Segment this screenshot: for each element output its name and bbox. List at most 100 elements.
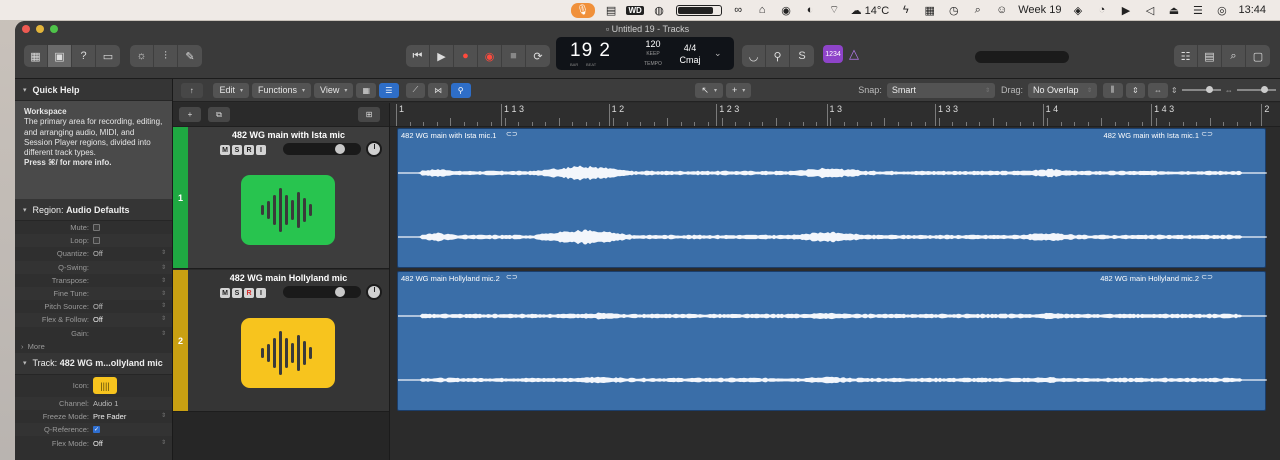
editors-icon[interactable]: ✎ (178, 45, 202, 67)
play-icon[interactable]: ▶ (1118, 4, 1133, 17)
region-inspector-header[interactable]: ▾ Region: Audio Defaults (15, 199, 172, 221)
volume-knob[interactable] (335, 144, 345, 154)
toolbar-icon[interactable]: ▭ (96, 45, 120, 67)
search-icon[interactable]: ⌕ (970, 4, 985, 17)
clock[interactable]: 13:44 (1238, 4, 1266, 16)
freeze-mode-select[interactable]: Pre Fader (93, 412, 126, 421)
catch-icon[interactable]: ⚲ (450, 82, 471, 98)
notepad-icon[interactable]: ▤ (1198, 45, 1222, 67)
focus-icon[interactable]: ◈ (1070, 4, 1085, 17)
smart-controls-icon[interactable]: ☼ (130, 45, 154, 67)
rewind-icon[interactable]: ⏮ (406, 45, 430, 67)
volume-slider[interactable] (283, 286, 361, 298)
record-enable-button[interactable]: R (244, 145, 254, 155)
list-editors-icon[interactable]: ☷ (1174, 45, 1198, 67)
automation-icon[interactable]: ⟋ (405, 82, 426, 98)
vertical-zoom-slider[interactable] (1181, 86, 1221, 93)
control-center-icon[interactable]: ☰ (1190, 4, 1205, 17)
play-button-icon[interactable]: ▶ (430, 45, 454, 67)
vertical-zoom-icon[interactable]: ⇕ (1125, 82, 1146, 98)
capture-record-icon[interactable]: ◉ (478, 45, 502, 67)
stop-icon[interactable]: ■ (502, 45, 526, 67)
track-header[interactable]: 2 482 WG main Hollyland mic M S R I (173, 270, 389, 412)
up-arrow-icon[interactable]: ↑ (181, 82, 203, 98)
microphone-icon[interactable]: 🎙 (570, 2, 595, 18)
pointer-tool-menu[interactable]: ↖ ▾ (695, 82, 723, 98)
track-inspector-header[interactable]: ▾ Track: 482 WG m...ollyland mic (15, 352, 172, 375)
track-name[interactable]: 482 WG main Hollyland mic (188, 273, 389, 283)
more-disclosure[interactable]: › More (15, 340, 172, 353)
view-menu[interactable]: View ▾ (314, 82, 354, 98)
library-icon[interactable]: ▦ (24, 45, 48, 67)
volume-icon[interactable]: ◁ (1142, 4, 1157, 17)
track-header[interactable]: 1 482 WG main with Ista mic M S R I (173, 127, 389, 269)
flex-mode-select[interactable]: Off (93, 439, 103, 448)
solo-button[interactable]: S (232, 145, 242, 155)
bell-icon[interactable]: ◔ (1094, 4, 1109, 17)
chevron-down-icon[interactable]: ⌄ (710, 48, 722, 59)
horizontal-zoom-icon[interactable]: ⇔ (1148, 82, 1168, 98)
functions-menu[interactable]: Functions ▾ (251, 82, 312, 98)
metronome-icon[interactable]: △ (849, 46, 865, 62)
luggage-icon[interactable]: ⌂ (755, 4, 770, 17)
horizontal-zoom-slider[interactable] (1236, 86, 1277, 93)
secondary-tool-menu[interactable]: + ▾ (725, 82, 752, 98)
user-icon[interactable]: ☺ (994, 4, 1009, 17)
contrast-icon[interactable]: ◐ (803, 4, 818, 17)
global-tracks-icon[interactable]: ⊞ (358, 107, 380, 122)
wifi-icon[interactable]: ⌔ (827, 4, 842, 17)
mute-button[interactable]: M (220, 145, 230, 155)
history-icon[interactable]: ◷ (946, 4, 961, 17)
calendar-icon[interactable]: ▦ (922, 4, 937, 17)
count-in-button[interactable]: 1234 (823, 45, 843, 63)
quick-help-icon[interactable]: ? (72, 45, 96, 67)
tuner-icon[interactable]: ⚲ (766, 45, 790, 67)
waveform-icon[interactable]: |||| (93, 377, 117, 395)
wd-icon[interactable]: WD (626, 4, 644, 17)
browser-icon[interactable]: ▢ (1246, 45, 1270, 67)
ruler[interactable]: 1 1 1 3 1 2 1 2 3 1 3 1 3 3 1 4 1 4 3 2 (390, 103, 1280, 127)
list-view-icon[interactable]: ☰ (379, 82, 399, 98)
app-icon[interactable]: ◍ (652, 4, 667, 17)
bolt-icon[interactable]: ϟ (898, 4, 913, 17)
cycle-icon[interactable]: ⟳ (526, 45, 550, 67)
solo-icon[interactable]: S (790, 45, 814, 67)
waveform-icon[interactable] (241, 318, 335, 388)
q-reference-checkbox[interactable]: ✓ (93, 426, 100, 434)
record-icon[interactable]: ● (454, 45, 478, 67)
waveform-zoom-icon[interactable]: ⫼ (1102, 82, 1123, 98)
solo-button[interactable]: S (232, 288, 242, 298)
volume-slider[interactable] (283, 143, 361, 155)
battery-icon[interactable] (675, 4, 722, 16)
siri-icon[interactable]: ◎ (1214, 4, 1229, 17)
weather-icon[interactable]: ☁ 14°C (851, 4, 890, 17)
inspector-icon[interactable]: ▣ (48, 45, 72, 67)
flex-icon[interactable]: ⋈ (428, 82, 448, 98)
region-prop-value[interactable]: Off (93, 249, 103, 258)
duplicate-track-icon[interactable]: ⧉ (208, 107, 230, 122)
track-name[interactable]: 482 WG main with Ista mic (188, 130, 389, 140)
add-track-icon[interactable]: + (179, 107, 201, 122)
quick-help-header[interactable]: ▾ Quick Help (15, 79, 172, 101)
lcd-display[interactable]: 19 2 BAR BEAT 120 KEEP TEMPO 4/4 Cmaj ⌄ (556, 37, 734, 70)
document-icon[interactable]: ▤ (604, 4, 619, 17)
channel-value[interactable]: Audio 1 (93, 399, 118, 408)
replace-icon[interactable]: ◡ (742, 45, 766, 67)
grid-view-icon[interactable]: ▦ (356, 82, 377, 98)
drag-select[interactable]: No Overlap ⇕ (1028, 82, 1097, 98)
eject-icon[interactable]: ⏏ (1166, 4, 1181, 17)
region-prop-checkbox[interactable] (93, 237, 100, 245)
link-icon[interactable]: ∞ (731, 4, 746, 17)
waveform-icon[interactable] (241, 175, 335, 245)
audio-region[interactable]: 482 WG main with Ista mic.1 482 WG main w… (397, 128, 1267, 268)
edit-menu[interactable]: Edit ▾ (213, 82, 249, 98)
volume-knob[interactable] (335, 287, 345, 297)
snap-select[interactable]: Smart ⇕ (886, 82, 995, 98)
input-monitor-button[interactable]: I (256, 145, 266, 155)
mute-button[interactable]: M (220, 288, 230, 298)
loop-browser-icon[interactable]: ⌕ (1222, 45, 1246, 67)
region-prop-checkbox[interactable] (93, 224, 100, 232)
week-number[interactable]: Week 19 (1018, 4, 1061, 16)
pan-knob[interactable] (366, 141, 382, 157)
record-enable-button[interactable]: R (244, 288, 254, 298)
